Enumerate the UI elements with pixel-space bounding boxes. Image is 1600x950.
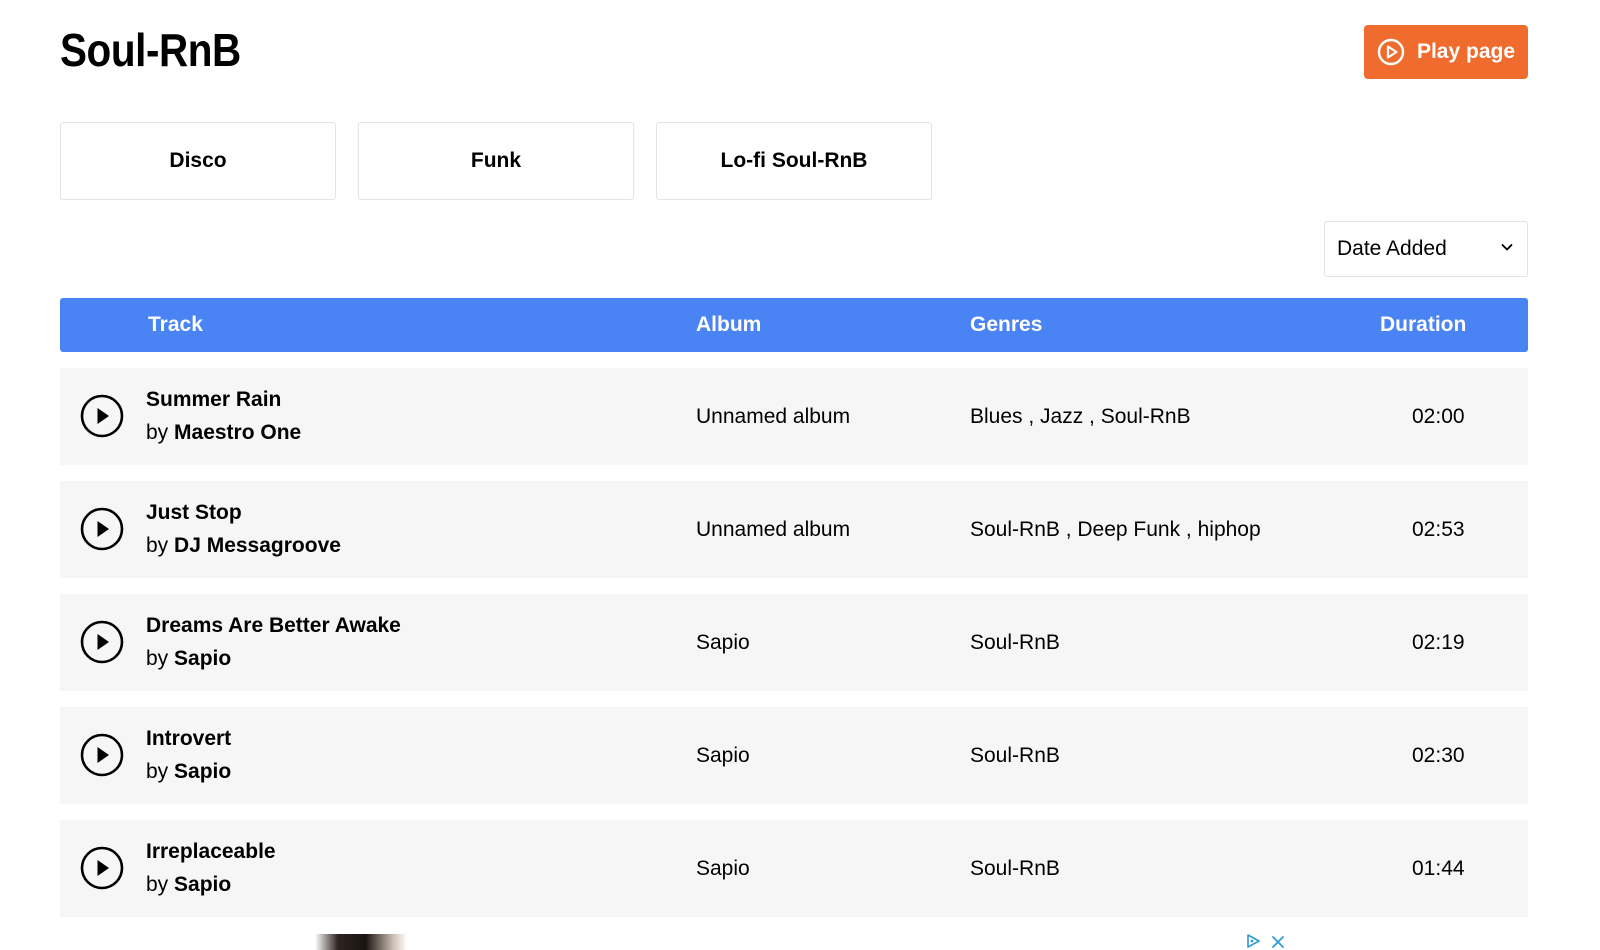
track-artist-line: by Sapio xyxy=(146,758,231,786)
table-header: Track Album Genres Duration xyxy=(60,298,1528,352)
sort-dropdown[interactable]: Date Added xyxy=(1324,221,1528,277)
genres-cell: Soul-RnB xyxy=(970,744,1060,767)
play-circle-icon[interactable] xyxy=(80,394,124,438)
ad-banner[interactable] xyxy=(0,928,1600,950)
genre-tile-funk[interactable]: Funk xyxy=(358,122,634,200)
track-title[interactable]: Introvert xyxy=(146,725,231,753)
table-row: Introvert by Sapio Sapio Soul-RnB 02:30 xyxy=(60,707,1528,804)
table-row: Just Stop by DJ Messagroove Unnamed albu… xyxy=(60,481,1528,578)
table-row: Summer Rain by Maestro One Unnamed album… xyxy=(60,368,1528,465)
duration-cell: 02:53 xyxy=(1412,518,1465,541)
by-label: by xyxy=(146,534,169,557)
artist-link[interactable]: Maestro One xyxy=(174,421,301,444)
genres-cell: Blues , Jazz , Soul-RnB xyxy=(970,405,1191,428)
track-title[interactable]: Dreams Are Better Awake xyxy=(146,612,401,640)
artist-link[interactable]: Sapio xyxy=(174,873,231,896)
by-label: by xyxy=(146,873,169,896)
duration-cell: 02:30 xyxy=(1412,744,1465,767)
artist-link[interactable]: Sapio xyxy=(174,760,231,783)
album-cell: Sapio xyxy=(696,631,750,654)
track-list: Summer Rain by Maestro One Unnamed album… xyxy=(60,368,1528,917)
track-title[interactable]: Just Stop xyxy=(146,499,242,527)
play-circle-icon[interactable] xyxy=(80,620,124,664)
track-title[interactable]: Summer Rain xyxy=(146,386,281,414)
play-circle-icon[interactable] xyxy=(80,733,124,777)
track-artist-line: by DJ Messagroove xyxy=(146,532,341,560)
column-header-track[interactable]: Track xyxy=(148,298,203,352)
play-page-button[interactable]: Play page xyxy=(1364,25,1528,79)
subgenre-tiles: Disco Funk Lo-fi Soul-RnB xyxy=(60,122,932,200)
close-icon[interactable] xyxy=(1271,935,1285,950)
page-title: Soul-RnB xyxy=(60,24,241,76)
play-circle-icon xyxy=(1377,38,1405,66)
by-label: by xyxy=(146,647,169,670)
play-circle-icon[interactable] xyxy=(80,846,124,890)
album-cell: Sapio xyxy=(696,857,750,880)
table-row: Dreams Are Better Awake by Sapio Sapio S… xyxy=(60,594,1528,691)
table-row: Irreplaceable by Sapio Sapio Soul-RnB 01… xyxy=(60,820,1528,917)
chevron-down-icon xyxy=(1499,237,1515,261)
duration-cell: 01:44 xyxy=(1412,857,1465,880)
page: Soul-RnB Play page Disco Funk Lo-fi Soul… xyxy=(0,0,1600,950)
play-circle-icon[interactable] xyxy=(80,507,124,551)
ad-choices-icon[interactable] xyxy=(1246,934,1262,950)
by-label: by xyxy=(146,760,169,783)
ad-image[interactable] xyxy=(315,934,407,950)
column-header-album[interactable]: Album xyxy=(696,298,761,352)
track-title[interactable]: Irreplaceable xyxy=(146,838,276,866)
genres-cell: Soul-RnB , Deep Funk , hiphop xyxy=(970,518,1261,541)
track-artist-line: by Maestro One xyxy=(146,419,301,447)
album-cell: Sapio xyxy=(696,744,750,767)
genres-cell: Soul-RnB xyxy=(970,857,1060,880)
column-header-duration[interactable]: Duration xyxy=(1380,298,1466,352)
by-label: by xyxy=(146,421,169,444)
album-cell: Unnamed album xyxy=(696,518,851,541)
album-cell: Unnamed album xyxy=(696,405,851,428)
artist-link[interactable]: DJ Messagroove xyxy=(174,534,341,557)
sort-selected-value: Date Added xyxy=(1337,237,1447,260)
genres-cell: Soul-RnB xyxy=(970,631,1060,654)
genre-tile-disco[interactable]: Disco xyxy=(60,122,336,200)
duration-cell: 02:19 xyxy=(1412,631,1465,654)
column-header-genres[interactable]: Genres xyxy=(970,298,1042,352)
track-table: Track Album Genres Duration Summer Rain … xyxy=(60,298,1528,933)
track-artist-line: by Sapio xyxy=(146,871,231,899)
genre-tile-lofi-soul-rnb[interactable]: Lo-fi Soul-RnB xyxy=(656,122,932,200)
duration-cell: 02:00 xyxy=(1412,405,1465,428)
artist-link[interactable]: Sapio xyxy=(174,647,231,670)
play-page-label: Play page xyxy=(1416,40,1516,63)
track-artist-line: by Sapio xyxy=(146,645,231,673)
